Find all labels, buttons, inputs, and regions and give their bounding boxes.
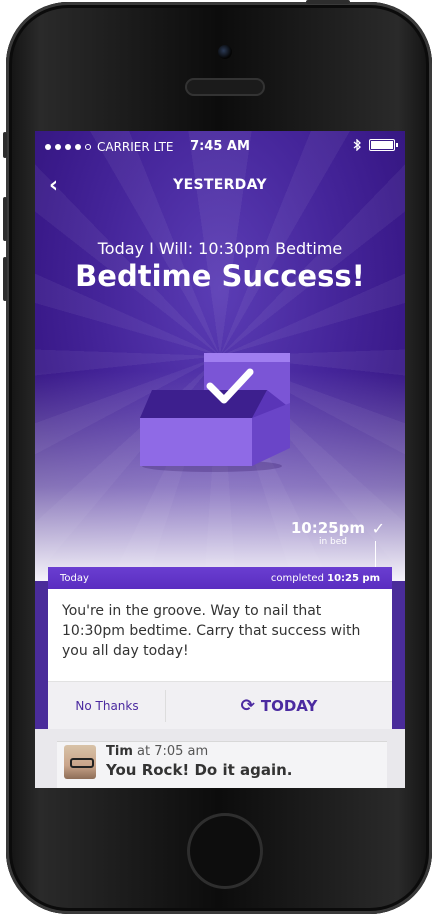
comment-time: at 7:05 am	[137, 744, 209, 759]
power-button	[306, 0, 350, 4]
avatar	[64, 745, 96, 779]
timeline-day: Today	[60, 573, 89, 584]
volume-down-button	[3, 257, 7, 301]
action-row: No Thanks ⟳ TODAY	[48, 681, 392, 730]
nav-bar: ‹ YESTERDAY	[35, 169, 405, 201]
check-icon: ✓	[371, 519, 385, 538]
clock: 7:45 AM	[190, 139, 250, 154]
status-bar: CARRIER LTE 7:45 AM	[35, 135, 405, 157]
mute-switch	[3, 132, 7, 158]
volume-up-button	[3, 197, 7, 241]
timeline-bar: Today completed 10:25 pm	[48, 567, 392, 589]
message-card: You're in the groove. Way to nail that 1…	[48, 589, 392, 682]
bed-check-icon	[140, 353, 290, 472]
comment-item[interactable]: Tim at 7:05 am You Rock! Do it again.	[57, 741, 387, 788]
in-bed-marker: 10:25pm in bed ✓	[291, 519, 385, 547]
app-screen: CARRIER LTE 7:45 AM ‹ YESTERDAY Today I …	[35, 131, 405, 788]
repeat-today-label: TODAY	[260, 697, 318, 715]
front-camera	[218, 45, 232, 59]
repeat-icon: ⟳	[240, 696, 255, 716]
comment-author: Tim	[106, 744, 133, 759]
status-right	[353, 139, 398, 151]
comment-meta: Tim at 7:05 am	[106, 744, 208, 759]
bluetooth-icon	[353, 139, 361, 151]
page-title: YESTERDAY	[173, 177, 267, 193]
in-bed-label: in bed	[318, 537, 347, 547]
completed-prefix: completed	[270, 573, 324, 584]
completed-label: completed 10:25 pm	[271, 573, 380, 584]
home-button[interactable]	[187, 813, 263, 889]
in-bed-time: 10:25pm	[290, 519, 365, 537]
message-text: You're in the groove. Way to nail that 1…	[62, 603, 361, 659]
goal-subtitle: Today I Will: 10:30pm Bedtime	[97, 239, 343, 258]
battery-icon	[369, 139, 398, 151]
completed-time: 10:25 pm	[327, 573, 380, 584]
repeat-today-button[interactable]: ⟳ TODAY	[166, 682, 392, 730]
timeline-connector	[375, 541, 376, 569]
goal-headline: Bedtime Success!	[75, 259, 365, 293]
no-thanks-button[interactable]: No Thanks	[48, 682, 166, 730]
earpiece-speaker	[185, 78, 265, 96]
comment-text: You Rock! Do it again.	[106, 761, 293, 779]
